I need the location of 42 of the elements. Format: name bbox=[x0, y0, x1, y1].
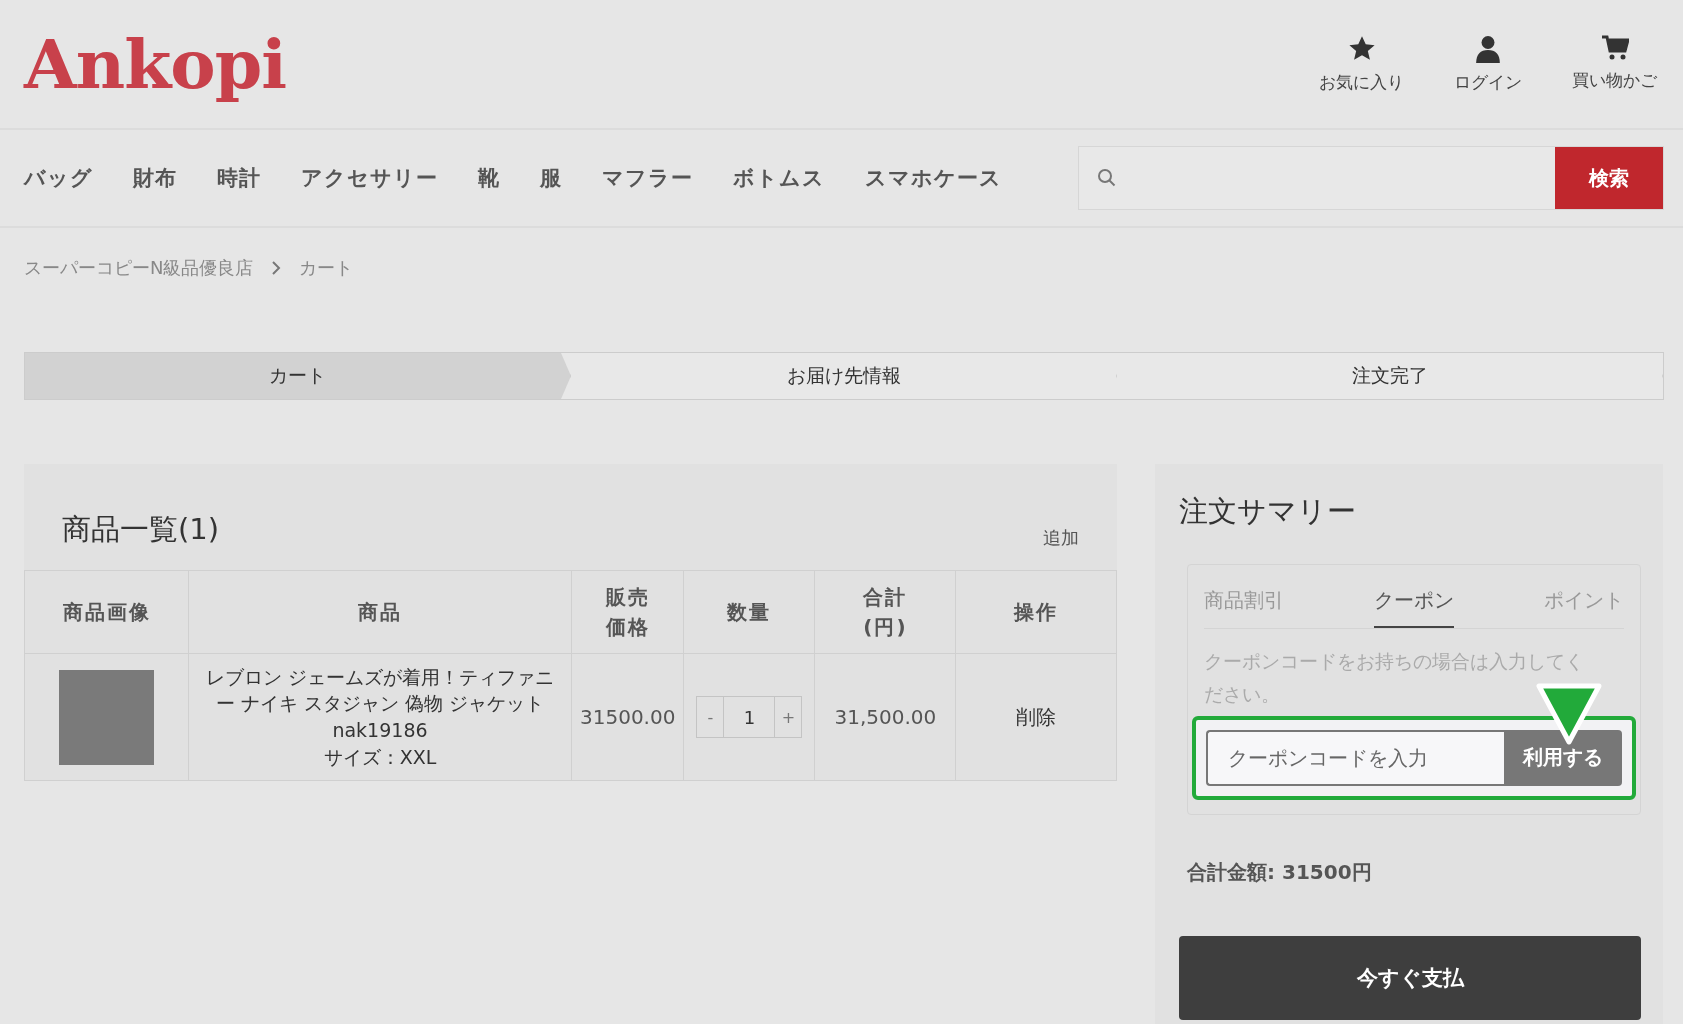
product-code: nak19186 bbox=[331, 718, 429, 743]
tab[interactable]: クーポン bbox=[1374, 587, 1454, 628]
chevron-right-icon bbox=[271, 261, 282, 275]
pay-now-button[interactable]: 今すぐ支払 bbox=[1179, 935, 1641, 1020]
nav-link[interactable]: 財布 bbox=[133, 164, 177, 192]
column-header: 販売価格 bbox=[571, 570, 684, 654]
header-link[interactable]: ログイン bbox=[1454, 70, 1522, 94]
column-header: 操作 bbox=[955, 570, 1117, 654]
header-link[interactable]: 買い物かご bbox=[1572, 68, 1657, 92]
table-cell: 31,500.00 bbox=[814, 653, 956, 781]
apply-button[interactable]: 利用する bbox=[1504, 729, 1622, 786]
coupon-input-field[interactable]: クーポンコードを入力 bbox=[1206, 729, 1504, 786]
nav-link[interactable]: 靴 bbox=[478, 164, 500, 192]
product-size: サイズ：XXL bbox=[322, 744, 438, 770]
decrement-button[interactable]: - bbox=[697, 697, 724, 737]
increment-button[interactable]: + bbox=[775, 697, 802, 737]
column-header: 商品 bbox=[188, 570, 572, 654]
nav-link[interactable]: 服 bbox=[540, 164, 562, 192]
nav-link[interactable]: 時計 bbox=[217, 164, 261, 192]
table-cell: 31500.00 bbox=[571, 653, 684, 781]
delete-link[interactable]: 削除 bbox=[1016, 704, 1057, 729]
column-header: 数量 bbox=[683, 570, 815, 654]
section-title: 商品一覧(1) bbox=[62, 511, 220, 548]
nav-link[interactable]: スマホケース bbox=[865, 164, 1002, 192]
summary-title: 注文サマリー bbox=[1179, 493, 1357, 530]
nav-link[interactable]: バッグ bbox=[24, 164, 93, 192]
order-total: 合計金額: 31500円 bbox=[1187, 858, 1373, 886]
progress-step: お届け先情報 bbox=[571, 353, 1117, 399]
quantity-field[interactable]: 1 bbox=[723, 697, 776, 737]
column-header: 合計(円) bbox=[814, 570, 956, 654]
quantity-stepper[interactable]: - 1 + bbox=[696, 696, 803, 738]
cart-icon[interactable] bbox=[1600, 34, 1629, 61]
column-header: 商品画像 bbox=[24, 570, 189, 654]
nav-link[interactable]: マフラー bbox=[602, 164, 693, 192]
nav-link[interactable]: ボトムス bbox=[733, 164, 825, 192]
add-link[interactable]: 追加 bbox=[1043, 526, 1079, 550]
progress-step: 注文完了 bbox=[1117, 353, 1663, 399]
logo[interactable]: Ankopi bbox=[24, 24, 287, 104]
header-link[interactable]: お気に入り bbox=[1319, 70, 1404, 94]
progress-step: カート bbox=[25, 353, 571, 399]
user-icon[interactable] bbox=[1475, 34, 1501, 63]
nav-link[interactable]: アクセサリー bbox=[301, 164, 438, 192]
